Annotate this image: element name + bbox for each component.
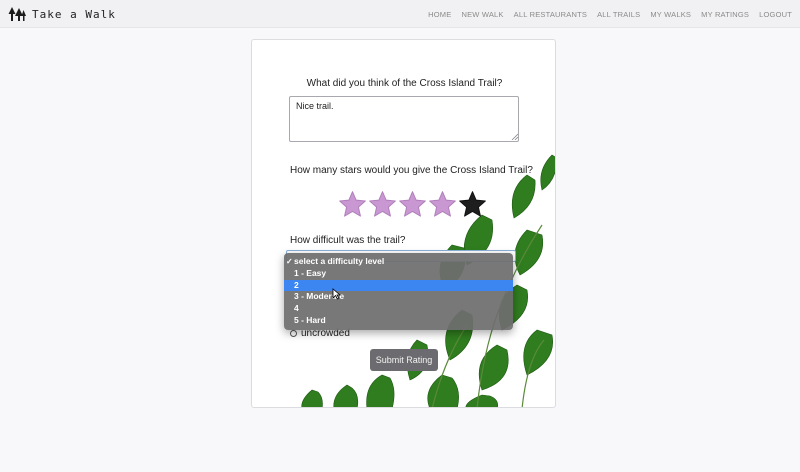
star-icon[interactable]	[458, 190, 487, 219]
nav-my-walks[interactable]: MY WALKS	[650, 10, 691, 19]
star-icon[interactable]	[428, 190, 457, 219]
difficulty-option[interactable]: 5 - Hard	[284, 315, 513, 327]
difficulty-option[interactable]: 4	[284, 303, 513, 315]
difficulty-option[interactable]: 2	[284, 279, 513, 292]
difficulty-option-label: select a difficulty level	[294, 256, 385, 266]
submit-rating-button[interactable]: Submit Rating	[370, 349, 438, 371]
difficulty-option[interactable]: ✓ select a difficulty level	[284, 256, 513, 268]
stars-question: How many stars would you give the Cross …	[290, 165, 533, 176]
rating-card: What did you think of the Cross Island T…	[251, 39, 556, 408]
review-question: What did you think of the Cross Island T…	[306, 78, 503, 89]
checkmark-icon: ✓	[286, 257, 293, 266]
difficulty-question: How difficult was the trail?	[290, 235, 406, 246]
brand-name: Take a Walk	[32, 7, 116, 21]
nav-logout[interactable]: LOGOUT	[759, 10, 792, 19]
radio-button[interactable]	[290, 330, 297, 337]
difficulty-option[interactable]: 1 - Easy	[284, 268, 513, 280]
difficulty-option[interactable]: 3 - Moderate	[284, 291, 513, 303]
nav-links: HOME NEW WALK ALL RESTAURANTS ALL TRAILS…	[428, 10, 792, 19]
star-rating[interactable]	[338, 190, 487, 219]
nav-all-trails[interactable]: ALL TRAILS	[597, 10, 640, 19]
star-icon[interactable]	[338, 190, 367, 219]
star-icon[interactable]	[398, 190, 427, 219]
difficulty-option-label: 2	[294, 279, 299, 290]
mouse-cursor-icon	[332, 288, 341, 300]
trees-icon	[8, 7, 26, 21]
resize-grip-icon[interactable]	[511, 133, 518, 140]
navbar: Take a Walk HOME NEW WALK ALL RESTAURANT…	[0, 0, 800, 28]
difficulty-option-label: 4	[294, 303, 299, 314]
nav-home[interactable]: HOME	[428, 10, 451, 19]
difficulty-option-label: 5 - Hard	[294, 314, 326, 325]
review-textarea[interactable]: Nice trail.	[289, 96, 519, 142]
nav-new-walk[interactable]: NEW WALK	[461, 10, 503, 19]
nav-my-ratings[interactable]: MY RATINGS	[701, 10, 749, 19]
brand[interactable]: Take a Walk	[8, 6, 116, 22]
difficulty-option-label: 1 - Easy	[294, 267, 327, 278]
difficulty-dropdown-menu: ✓ select a difficulty level 1 - Easy 2 3…	[284, 253, 513, 330]
star-icon[interactable]	[368, 190, 397, 219]
nav-all-restaurants[interactable]: ALL RESTAURANTS	[514, 10, 587, 19]
